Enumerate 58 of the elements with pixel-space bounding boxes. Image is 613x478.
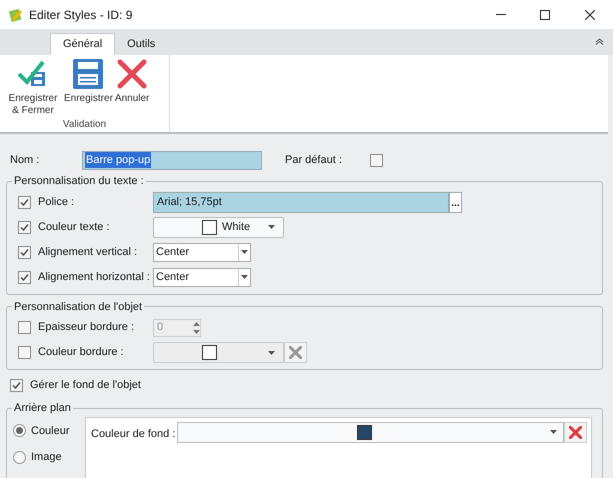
field-label: Epaisseur bordure : <box>38 320 134 336</box>
radio-label: Couleur <box>31 424 70 438</box>
checkbox[interactable] <box>18 346 31 359</box>
checkbox[interactable] <box>370 154 383 166</box>
field-label: Police : <box>38 194 74 210</box>
ribbon-button[interactable]: Annuler <box>114 58 150 105</box>
ribbon-button[interactable]: Enregistrer & Fermer <box>4 58 62 117</box>
window-title: Editer Styles - ID: 9 <box>29 6 132 24</box>
ribbon-tab[interactable]: Outils <box>115 33 168 55</box>
maximize-icon <box>540 10 550 20</box>
field-label: Alignement horizontal : <box>38 270 150 285</box>
group-title: Personnalisation de l'objet <box>13 300 144 314</box>
caret-icon <box>268 225 275 229</box>
field-label: Couleur texte : <box>38 220 110 235</box>
color-name: White <box>222 220 250 235</box>
name-label: Nom : <box>9 152 40 168</box>
radio-button[interactable] <box>13 450 26 464</box>
default-label: Par défaut : <box>285 152 343 168</box>
ribbon-button[interactable]: Enregistrer <box>64 58 113 105</box>
radio-button[interactable] <box>13 424 26 438</box>
checkbox[interactable] <box>18 321 31 334</box>
close-icon <box>585 10 595 20</box>
select-dropdown[interactable]: Center <box>153 242 251 262</box>
ribbon-tab[interactable]: Général <box>50 33 116 55</box>
caret-icon <box>550 430 557 434</box>
minimize-icon <box>496 14 506 15</box>
radio-label: Image <box>31 450 62 465</box>
close-icon <box>289 346 302 359</box>
spin-arrows-icon <box>193 322 200 334</box>
field-label: Alignement vertical : <box>38 244 138 260</box>
caret-icon <box>268 350 275 354</box>
field-label: Couleur bordure : <box>38 345 124 360</box>
cross-icon <box>116 58 148 90</box>
checkbox[interactable] <box>18 220 31 234</box>
browse-button[interactable]: ... <box>449 192 462 212</box>
caret-icon <box>241 275 248 279</box>
color-dropdown[interactable]: White <box>153 216 284 238</box>
close-icon <box>569 426 582 438</box>
name-field[interactable]: Barre pop-up <box>82 150 262 170</box>
field-label: Couleur de fond : <box>91 426 176 442</box>
collapse-icon <box>595 38 604 45</box>
caret-icon <box>241 250 248 254</box>
select-dropdown[interactable]: Center <box>153 268 251 286</box>
checkbox-label: Gérer le fond de l'objet <box>30 378 141 393</box>
group-title: Arrière plan <box>13 401 72 416</box>
floppy-icon <box>72 58 104 90</box>
color-dropdown[interactable] <box>177 422 564 442</box>
checkbox[interactable] <box>18 246 31 258</box>
clear-button[interactable] <box>284 342 307 363</box>
font-field[interactable]: Arial; 15,75pt <box>153 192 449 212</box>
checkbox[interactable] <box>18 196 31 208</box>
group-title: Personnalisation du texte : <box>13 174 145 189</box>
checkbox[interactable] <box>18 270 31 284</box>
pencil-icon <box>9 8 23 22</box>
checkbox[interactable] <box>10 378 23 392</box>
color-dropdown[interactable] <box>153 342 284 363</box>
group-label: Validation <box>62 118 106 132</box>
clear-button[interactable] <box>564 422 587 442</box>
